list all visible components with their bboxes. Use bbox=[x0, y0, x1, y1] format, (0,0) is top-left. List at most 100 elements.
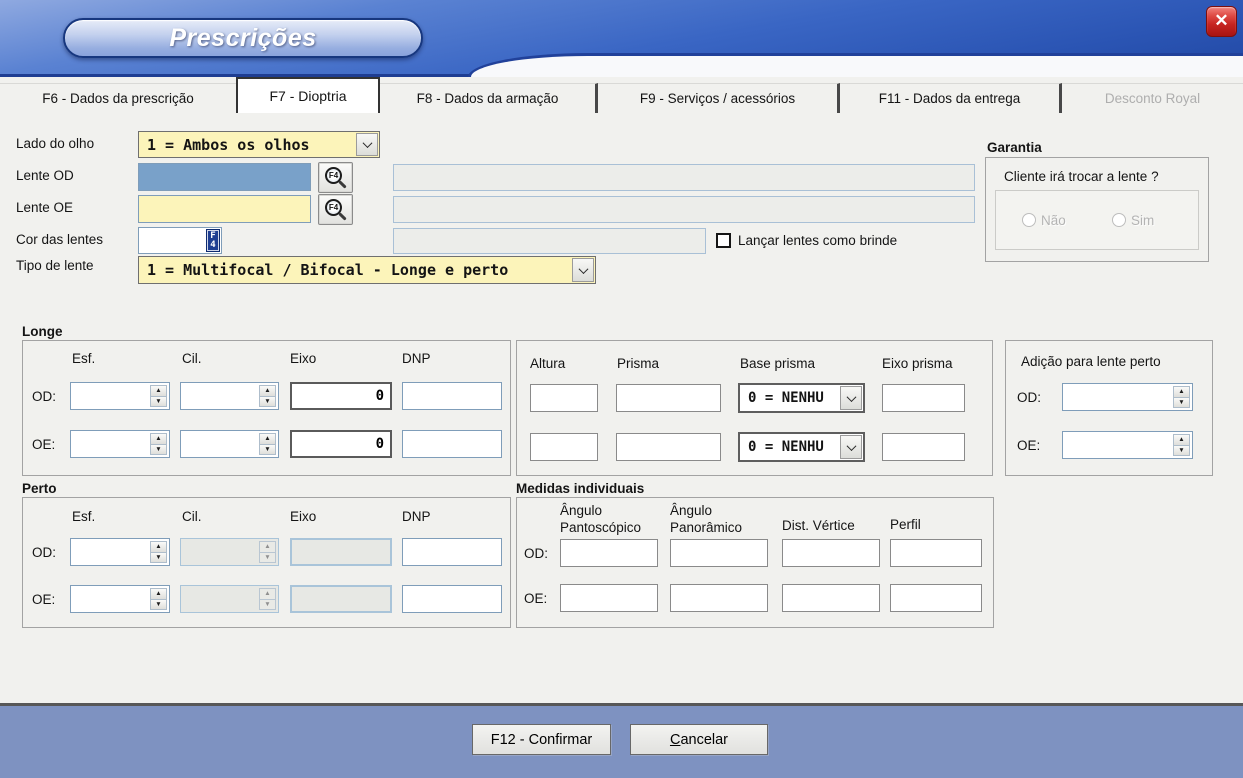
spin-up-icon[interactable]: ▲ bbox=[1173, 386, 1190, 397]
dropdown-button[interactable] bbox=[356, 133, 378, 156]
adicao-od-input[interactable] bbox=[1065, 386, 1172, 408]
adicao-od-spinner[interactable]: ▲▼ bbox=[1062, 383, 1193, 411]
prisma-od-altura-input[interactable] bbox=[530, 384, 598, 412]
medidas-od-pantoscopico-input[interactable] bbox=[560, 539, 658, 567]
tab-f9-servicos-acessorios[interactable]: F9 - Serviços / acessórios bbox=[598, 83, 840, 113]
longe-oe-esf-input[interactable] bbox=[73, 433, 149, 455]
spinner-buttons[interactable]: ▲▼ bbox=[1173, 434, 1190, 456]
tab-f8-dados-da-armacao[interactable]: F8 - Dados da armação bbox=[380, 83, 598, 113]
adicao-oe-spinner[interactable]: ▲▼ bbox=[1062, 431, 1193, 459]
longe-od-esf-input[interactable] bbox=[73, 385, 149, 407]
tipo-de-lente-select[interactable]: 1 = Multifocal / Bifocal - Longe e perto bbox=[138, 256, 596, 284]
adicao-od-row-label: OD: bbox=[1017, 390, 1041, 405]
longe-oe-eixo-input[interactable] bbox=[290, 430, 392, 458]
lado-do-olho-select[interactable]: 1 = Ambos os olhos bbox=[138, 131, 380, 158]
perto-oe-esf-spinner[interactable]: ▲▼ bbox=[70, 585, 170, 613]
confirm-button[interactable]: F12 - Confirmar bbox=[472, 724, 611, 755]
medidas-oe-dist-vertice-input[interactable] bbox=[782, 584, 880, 612]
tab-f6-dados-da-prescricao[interactable]: F6 - Dados da prescrição bbox=[0, 83, 236, 113]
medidas-od-dist-vertice-input[interactable] bbox=[782, 539, 880, 567]
lente-od-description-field bbox=[393, 164, 975, 191]
longe-oe-esf-spinner[interactable]: ▲▼ bbox=[70, 430, 170, 458]
medidas-header-perfil: Perfil bbox=[890, 517, 921, 532]
close-button[interactable]: ✕ bbox=[1206, 6, 1237, 37]
longe-oe-cil-input[interactable] bbox=[183, 433, 258, 455]
magnifier-handle-icon bbox=[338, 180, 346, 188]
spin-down-icon[interactable]: ▼ bbox=[150, 396, 167, 408]
prisma-oe-eixo-input[interactable] bbox=[882, 433, 965, 461]
spin-up-icon[interactable]: ▲ bbox=[150, 541, 167, 552]
spinner-buttons[interactable]: ▲▼ bbox=[150, 385, 167, 407]
spin-up-icon[interactable]: ▲ bbox=[150, 588, 167, 599]
prisma-od-eixo-input[interactable] bbox=[882, 384, 965, 412]
spin-down-icon[interactable]: ▼ bbox=[150, 444, 167, 456]
spin-down-icon[interactable]: ▼ bbox=[259, 396, 276, 408]
dropdown-button[interactable] bbox=[840, 435, 862, 459]
cor-das-lentes-input[interactable]: F 4 bbox=[138, 227, 222, 254]
prisma-oe-altura-input[interactable] bbox=[530, 433, 598, 461]
spinner-buttons[interactable]: ▲▼ bbox=[259, 385, 276, 407]
medidas-header-pantoscopico-l1: Ângulo bbox=[560, 503, 602, 518]
medidas-oe-perfil-input[interactable] bbox=[890, 584, 982, 612]
spinner-buttons[interactable]: ▲▼ bbox=[1173, 386, 1190, 408]
longe-oe-cil-spinner[interactable]: ▲▼ bbox=[180, 430, 279, 458]
medidas-oe-panoramico-input[interactable] bbox=[670, 584, 768, 612]
longe-od-dnp-input[interactable] bbox=[402, 382, 502, 410]
prisma-oe-prisma-input[interactable] bbox=[616, 433, 721, 461]
perto-od-esf-spinner[interactable]: ▲▼ bbox=[70, 538, 170, 566]
cancel-button-accel: C bbox=[670, 732, 680, 748]
spin-down-icon[interactable]: ▼ bbox=[1173, 397, 1190, 409]
spin-down-icon[interactable]: ▼ bbox=[150, 552, 167, 564]
tab-f7-dioptria[interactable]: F7 - Dioptria bbox=[236, 77, 380, 113]
tab-f11-dados-da-entrega[interactable]: F11 - Dados da entrega bbox=[840, 83, 1062, 113]
magnifier-handle-icon bbox=[338, 212, 346, 220]
lente-od-f4-search-button[interactable]: F4 bbox=[318, 162, 353, 193]
spin-up-icon[interactable]: ▲ bbox=[150, 433, 167, 444]
cor-das-lentes-label: Cor das lentes bbox=[16, 232, 103, 247]
perto-oe-dnp-input[interactable] bbox=[402, 585, 502, 613]
window-title-pill: Prescrições bbox=[63, 18, 423, 58]
spin-up-icon[interactable]: ▲ bbox=[259, 385, 276, 396]
spin-down-icon[interactable]: ▼ bbox=[1173, 445, 1190, 457]
longe-od-cil-spinner[interactable]: ▲▼ bbox=[180, 382, 279, 410]
spinner-buttons[interactable]: ▲▼ bbox=[150, 433, 167, 455]
prisma-od-base-select[interactable]: 0 = NENHU bbox=[738, 383, 865, 413]
spinner-buttons[interactable]: ▲▼ bbox=[259, 433, 276, 455]
adicao-oe-input[interactable] bbox=[1065, 434, 1172, 456]
lente-od-label: Lente OD bbox=[16, 168, 74, 183]
longe-oe-dnp-input[interactable] bbox=[402, 430, 502, 458]
medidas-header-panoramico-l1: Ângulo bbox=[670, 503, 712, 518]
perto-od-dnp-input[interactable] bbox=[402, 538, 502, 566]
brinde-checkbox[interactable] bbox=[716, 233, 731, 248]
lente-oe-input[interactable] bbox=[138, 195, 311, 223]
spin-up-icon[interactable]: ▲ bbox=[1173, 434, 1190, 445]
base-prisma-value: 0 = NENHU bbox=[740, 434, 839, 460]
prisma-oe-base-select[interactable]: 0 = NENHU bbox=[738, 432, 865, 462]
spin-up-icon[interactable]: ▲ bbox=[150, 385, 167, 396]
spinner-buttons[interactable]: ▲▼ bbox=[150, 588, 167, 610]
longe-od-esf-spinner[interactable]: ▲▼ bbox=[70, 382, 170, 410]
perto-od-esf-input[interactable] bbox=[73, 541, 149, 563]
medidas-od-perfil-input[interactable] bbox=[890, 539, 982, 567]
tipo-de-lente-value: 1 = Multifocal / Bifocal - Longe e perto bbox=[139, 257, 571, 283]
medidas-oe-pantoscopico-input[interactable] bbox=[560, 584, 658, 612]
perto-oe-esf-input[interactable] bbox=[73, 588, 149, 610]
medidas-od-panoramico-input[interactable] bbox=[670, 539, 768, 567]
dropdown-button[interactable] bbox=[840, 386, 862, 410]
dropdown-button[interactable] bbox=[572, 258, 594, 282]
cancel-button[interactable]: Cancelar bbox=[630, 724, 768, 755]
tipo-de-lente-label: Tipo de lente bbox=[16, 258, 94, 273]
prisma-od-prisma-input[interactable] bbox=[616, 384, 721, 412]
longe-od-cil-input[interactable] bbox=[183, 385, 258, 407]
longe-od-eixo-input[interactable] bbox=[290, 382, 392, 410]
lente-od-input[interactable] bbox=[138, 163, 311, 191]
spin-up-icon[interactable]: ▲ bbox=[259, 433, 276, 444]
spin-down-icon[interactable]: ▼ bbox=[150, 599, 167, 611]
spin-down-icon[interactable]: ▼ bbox=[259, 444, 276, 456]
spinner-buttons[interactable]: ▲▼ bbox=[150, 541, 167, 563]
window-title: Prescrições bbox=[169, 24, 316, 53]
lente-oe-f4-search-button[interactable]: F4 bbox=[318, 194, 353, 225]
f4-badge-bottom: 4 bbox=[210, 241, 215, 250]
perto-od-row-label: OD: bbox=[32, 545, 56, 560]
perto-oe-row-label: OE: bbox=[32, 592, 55, 607]
